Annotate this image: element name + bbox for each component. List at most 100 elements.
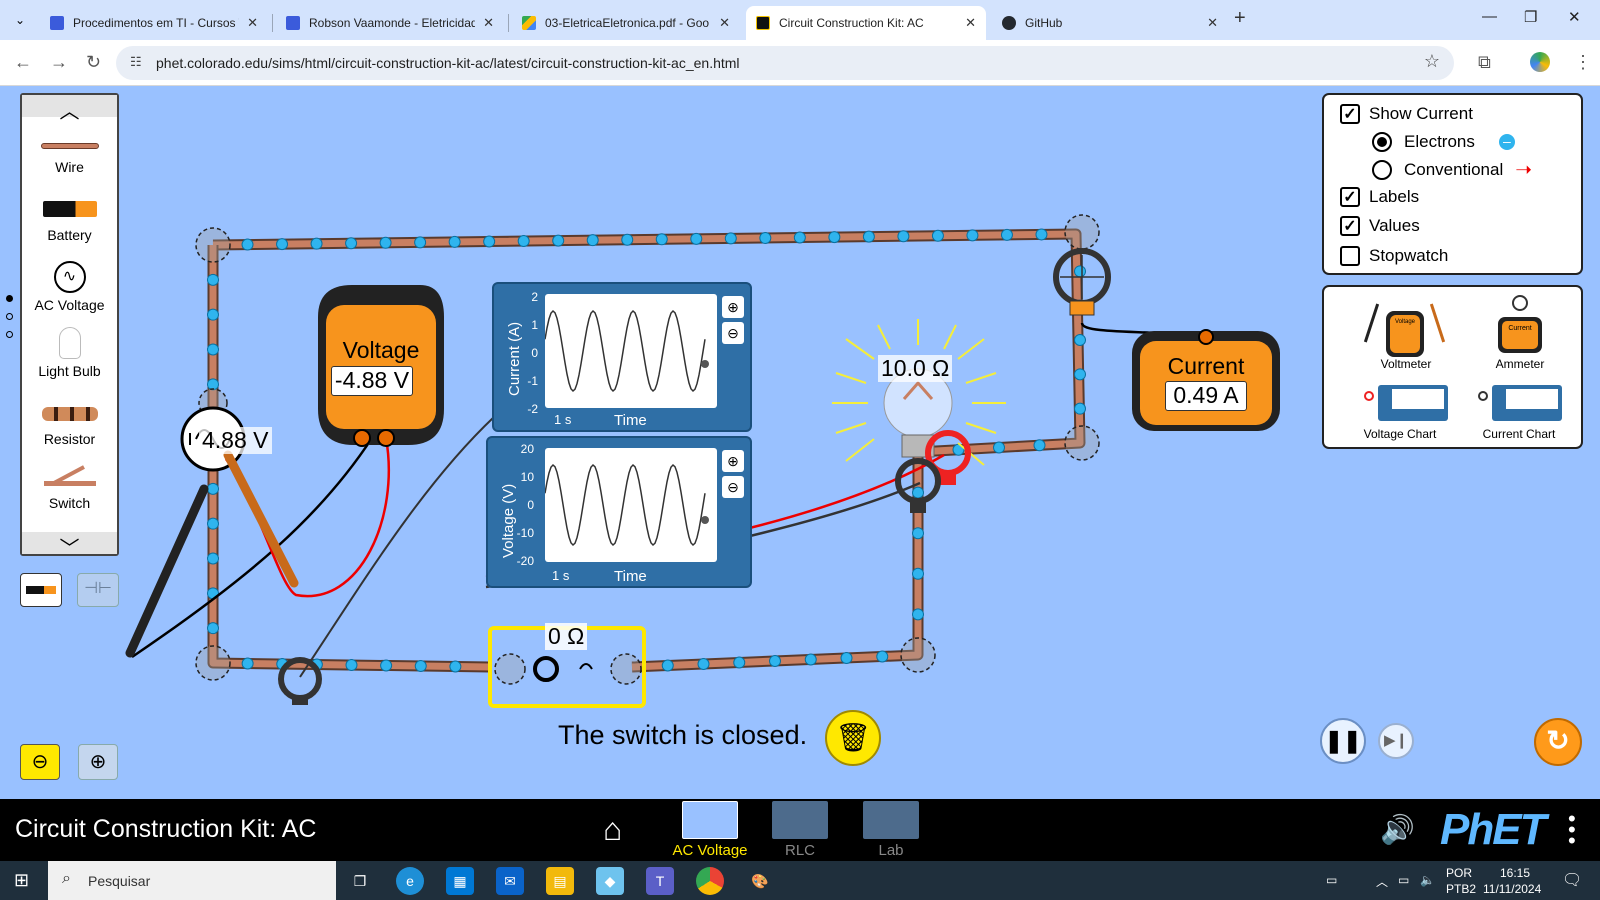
trash-delete-button[interactable]: 🗑	[825, 710, 881, 766]
notifications-icon[interactable]: 🗨	[1562, 870, 1582, 890]
electrons-radio[interactable]: Electrons –	[1372, 132, 1515, 152]
browser-tab[interactable]: Robson Vaamonde - Eletricidad ✕	[276, 6, 504, 40]
toolbox-wire[interactable]: Wire	[22, 143, 117, 175]
stopwatch-checkbox[interactable]: Stopwatch	[1340, 246, 1448, 266]
chevron-down-icon[interactable]: ﹀	[22, 532, 117, 560]
show-current-checkbox[interactable]: ✓ Show Current	[1340, 104, 1473, 124]
zoom-in-icon[interactable]: ⊕	[722, 450, 744, 472]
screen-lab[interactable]: Lab	[848, 801, 934, 859]
restore-icon[interactable]: ❐	[1524, 8, 1537, 26]
browser-tab[interactable]: 03-EletricaEletronica.pdf - Goo ✕	[512, 6, 740, 40]
address-bar[interactable]: ☷ phet.colorado.edu/sims/html/circuit-co…	[116, 46, 1454, 80]
conventional-radio[interactable]: Conventional ➝	[1372, 157, 1532, 182]
voltage-probe-red[interactable]	[925, 430, 971, 485]
vertex-handle[interactable]	[494, 653, 526, 685]
paint-icon[interactable]: 🎨	[746, 867, 774, 895]
store-icon[interactable]: ▦	[446, 867, 474, 895]
edge-browser-icon[interactable]: e	[396, 867, 424, 895]
close-window-icon[interactable]: ✕	[1568, 8, 1581, 26]
browser-tab[interactable]: GitHub ✕	[992, 6, 1228, 40]
ammeter-probe[interactable]	[1053, 248, 1111, 316]
vertex-handle[interactable]	[1064, 425, 1100, 461]
voltmeter-tool[interactable]: Voltage	[1363, 297, 1448, 357]
browser-menu-icon[interactable]: ⋮	[1574, 52, 1592, 73]
teams-icon[interactable]: T	[646, 867, 674, 895]
toolbox-page-dot[interactable]	[6, 313, 13, 320]
tray-chevron-icon[interactable]: ︿	[1376, 873, 1388, 890]
url-text[interactable]: phet.colorado.edu/sims/html/circuit-cons…	[156, 55, 740, 71]
file-explorer-icon[interactable]: ▤	[546, 867, 574, 895]
current-chart-panel[interactable]: Current (A) 2 1 0 -1 -2 ⊕ ⊖ 1 s Time	[492, 282, 752, 432]
close-tab-icon[interactable]: ✕	[247, 15, 258, 31]
clock-date[interactable]: 11/11/2024	[1483, 882, 1541, 896]
toolbox-page-dot[interactable]	[6, 331, 13, 338]
reset-all-button[interactable]: ↻	[1534, 718, 1582, 766]
windows-start-icon[interactable]: ⊞	[14, 870, 29, 891]
vertex-handle[interactable]	[900, 637, 936, 673]
keyboard-layout-indicator[interactable]: PTB2	[1446, 882, 1476, 896]
zoom-out-icon[interactable]: ⊖	[722, 476, 744, 498]
phet-menu-icon[interactable]: • • •	[1568, 808, 1576, 852]
back-arrow-icon[interactable]: ←	[14, 52, 32, 73]
minimize-icon[interactable]: —	[1482, 8, 1497, 25]
vertex-handle[interactable]	[195, 645, 231, 681]
zoom-in-icon[interactable]: ⊕	[722, 296, 744, 318]
close-tab-icon[interactable]: ✕	[719, 15, 730, 31]
bookmark-star-icon[interactable]: ☆	[1424, 51, 1440, 72]
task-view-icon[interactable]: ❐	[346, 867, 374, 895]
zoom-in-button[interactable]: ⊕	[78, 744, 118, 780]
chevron-up-icon[interactable]: ︿	[22, 95, 117, 123]
labels-checkbox[interactable]: ✓ Labels	[1340, 187, 1419, 207]
electron	[966, 229, 979, 242]
voltage-chart-panel[interactable]: Voltage (V) 20 10 0 -10 -20 ⊕ ⊖ 1 s Time	[486, 436, 752, 588]
close-tab-icon[interactable]: ✕	[1207, 15, 1218, 31]
zoom-out-button[interactable]: ⊖	[20, 744, 60, 780]
vertex-handle[interactable]	[610, 653, 642, 685]
current-chart-tool[interactable]	[1474, 383, 1564, 423]
toolbox-ac-voltage[interactable]: ∿ AC Voltage	[22, 261, 117, 313]
screen-rlc[interactable]: RLC	[757, 801, 843, 859]
close-tab-icon[interactable]: ✕	[965, 15, 976, 31]
site-info-icon[interactable]: ☷	[130, 54, 142, 70]
step-forward-button[interactable]: ▶❙	[1378, 723, 1414, 759]
voltage-chart-tool[interactable]	[1360, 383, 1450, 423]
lifelike-view-button[interactable]	[20, 573, 62, 607]
new-tab-plus-icon[interactable]: +	[1234, 7, 1246, 30]
screen-ac-voltage[interactable]: AC Voltage	[667, 801, 753, 859]
clock-time[interactable]: 16:15	[1500, 866, 1530, 880]
language-indicator[interactable]: POR	[1446, 866, 1472, 880]
network-icon[interactable]: ▭	[1398, 873, 1409, 887]
close-tab-icon[interactable]: ✕	[483, 15, 494, 31]
tab-search-chevron-icon[interactable]: ⌄	[8, 9, 32, 31]
ammeter-tool[interactable]: Current	[1492, 295, 1548, 357]
schematic-view-button[interactable]: ⊣⊢	[77, 573, 119, 607]
values-checkbox[interactable]: ✓ Values	[1340, 216, 1420, 236]
electron	[414, 660, 427, 672]
browser-tab[interactable]: Procedimentos em TI - Cursos T ✕	[40, 6, 268, 40]
reload-icon[interactable]: ↻	[86, 52, 101, 73]
pause-button[interactable]: ❚❚	[1320, 718, 1366, 764]
toolbox-light-bulb[interactable]: Light Bulb	[22, 327, 117, 379]
voltmeter-probes[interactable]	[125, 437, 391, 659]
vertex-handle[interactable]	[195, 227, 231, 263]
toolbox-resistor[interactable]: Resistor	[22, 407, 117, 447]
chrome-icon[interactable]	[696, 867, 724, 895]
zoom-out-icon[interactable]: ⊖	[722, 322, 744, 344]
toolbox-switch[interactable]: Switch	[22, 465, 117, 511]
vertex-handle[interactable]	[1064, 214, 1100, 250]
browser-tab-active[interactable]: Circuit Construction Kit: AC ✕	[746, 6, 986, 40]
keyboard-icon[interactable]: ▭	[1326, 873, 1337, 887]
sound-speaker-icon[interactable]: 🔊	[1380, 813, 1415, 846]
forward-arrow-icon[interactable]: →	[50, 52, 68, 73]
phet-logo[interactable]: PhET	[1440, 805, 1546, 855]
mail-icon[interactable]: ✉	[496, 867, 524, 895]
switch-component[interactable]	[533, 656, 593, 682]
profile-avatar[interactable]	[1530, 52, 1550, 72]
app-icon[interactable]: ◆	[596, 867, 624, 895]
extensions-icon[interactable]: ⧉	[1478, 52, 1491, 73]
taskbar-search-box[interactable]: ⌕ Pesquisar	[48, 861, 336, 900]
volume-muted-icon[interactable]: 🔈	[1420, 873, 1435, 887]
toolbox-page-dot[interactable]	[6, 295, 13, 302]
home-icon[interactable]: ⌂	[603, 811, 622, 848]
toolbox-battery[interactable]: Battery	[22, 201, 117, 243]
